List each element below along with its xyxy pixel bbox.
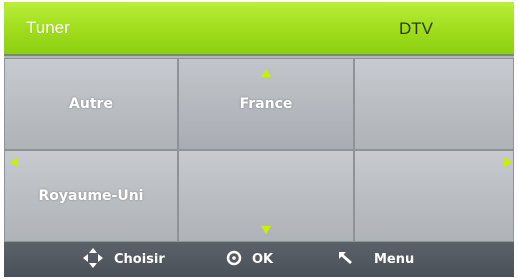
country-option-autre[interactable]: Autre: [4, 58, 178, 150]
country-grid: Autre France Royaume-Uni: [4, 58, 514, 242]
scroll-up-arrow-icon[interactable]: [261, 69, 271, 77]
country-option-empty-1[interactable]: [354, 58, 514, 150]
country-option-royaume-uni[interactable]: Royaume-Uni: [4, 150, 178, 242]
hint-menu: Menu: [338, 242, 414, 277]
country-label: France: [239, 96, 293, 112]
back-arrow-icon: [338, 251, 354, 269]
header-bar: Tuner DTV: [4, 2, 514, 56]
hint-label: Menu: [374, 252, 415, 267]
country-label: Royaume-Uni: [38, 188, 144, 204]
dpad-icon: [82, 247, 104, 273]
page-left-arrow-icon[interactable]: [10, 157, 18, 167]
menu-title: Tuner: [26, 18, 70, 37]
scroll-down-arrow-icon[interactable]: [261, 226, 271, 234]
page-right-arrow-icon[interactable]: [504, 157, 512, 167]
country-option-empty-3[interactable]: [354, 150, 514, 242]
footer-hint-bar: Choisir OK Menu: [4, 242, 514, 277]
ok-icon: [226, 250, 242, 270]
hint-ok: OK: [226, 242, 273, 277]
hint-choisir: Choisir: [82, 242, 165, 277]
hint-label: Choisir: [114, 252, 165, 267]
source-mode-label: DTV: [399, 19, 433, 38]
hint-label: OK: [252, 252, 274, 267]
tv-screen: Tuner DTV Autre France Royaume-Uni Chois…: [4, 2, 514, 277]
country-label: Autre: [69, 96, 113, 112]
